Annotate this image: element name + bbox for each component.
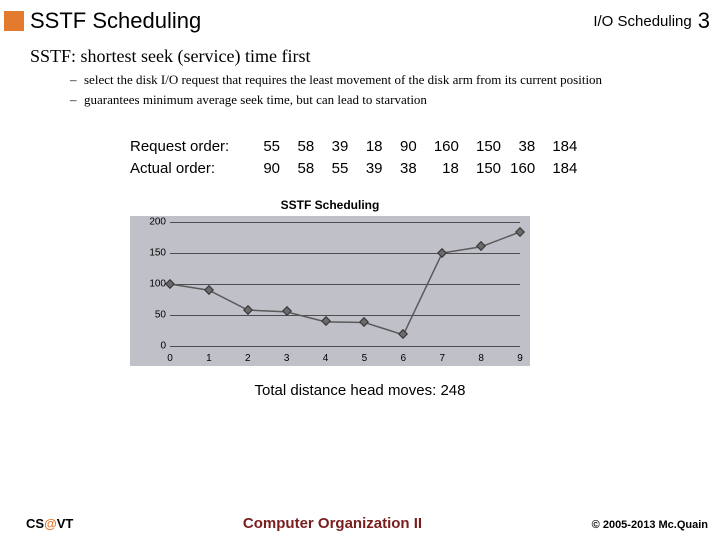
val: 90 (250, 158, 280, 180)
bullet-text: select the disk I/O request that require… (84, 71, 708, 89)
slide-topic: I/O Scheduling (593, 13, 691, 30)
page-number: 3 (698, 8, 710, 34)
course-name: Computer Organization II (73, 515, 591, 532)
bullet-list: – select the disk I/O request that requi… (0, 69, 720, 112)
request-order-label: Request order: (130, 136, 250, 158)
val: 58 (284, 136, 314, 158)
subtitle: SSTF: shortest seek (service) time first (0, 42, 720, 69)
val: 38 (505, 136, 535, 158)
bullet-text: guarantees minimum average seek time, bu… (84, 91, 708, 109)
val: 160 (421, 136, 459, 158)
series-line (170, 222, 520, 346)
val: 18 (353, 136, 383, 158)
org-cs: CS (26, 516, 44, 531)
list-item: – guarantees minimum average seek time, … (70, 91, 708, 109)
val: 90 (387, 136, 417, 158)
org-vt: VT (57, 516, 74, 531)
order-block: Request order: 55 58 39 18 90 160 150 38… (0, 112, 720, 190)
line-chart: 0 50 100 150 200 0 1 2 3 4 5 6 7 8 9 (130, 216, 530, 366)
val: 160 (505, 158, 535, 180)
val: 39 (353, 158, 383, 180)
slide-title: SSTF Scheduling (30, 8, 593, 34)
copyright: © 2005-2013 Mc.Quain (592, 519, 708, 531)
at-icon: @ (44, 516, 57, 531)
brand-square-icon (4, 11, 24, 31)
val: 150 (463, 136, 501, 158)
x-tick-label: 9 (510, 353, 530, 364)
val: 150 (463, 158, 501, 180)
val: 58 (284, 158, 314, 180)
x-tick-label: 2 (238, 353, 258, 364)
actual-order-values: 90 58 55 39 38 18 150 160 184 (250, 158, 577, 180)
chart-title: SSTF Scheduling (130, 198, 530, 212)
y-tick-label: 100 (130, 278, 166, 289)
x-tick-label: 7 (432, 353, 452, 364)
chart-container: SSTF Scheduling 0 50 100 150 200 0 1 2 3 4 5 6 7 8 9 (0, 190, 720, 372)
total-distance: Total distance head moves: 248 (0, 372, 720, 399)
dash-icon: – (70, 91, 84, 109)
org-logo-text: CS@VT (26, 516, 73, 531)
list-item: – select the disk I/O request that requi… (70, 71, 708, 89)
x-tick-label: 6 (393, 353, 413, 364)
val: 184 (539, 158, 577, 180)
x-tick-label: 4 (316, 353, 336, 364)
y-tick-label: 0 (130, 340, 166, 351)
val: 38 (387, 158, 417, 180)
val: 18 (421, 158, 459, 180)
val: 39 (318, 136, 348, 158)
val: 55 (250, 136, 280, 158)
gridline (170, 346, 520, 347)
y-tick-label: 200 (130, 216, 166, 227)
val: 55 (318, 158, 348, 180)
y-tick-label: 50 (130, 309, 166, 320)
y-tick-label: 150 (130, 247, 166, 258)
actual-order-label: Actual order: (130, 158, 250, 180)
x-tick-label: 8 (471, 353, 491, 364)
x-tick-label: 0 (160, 353, 180, 364)
x-tick-label: 5 (354, 353, 374, 364)
val: 184 (539, 136, 577, 158)
request-order-values: 55 58 39 18 90 160 150 38 184 (250, 136, 577, 158)
dash-icon: – (70, 71, 84, 89)
footer: CS@VT Computer Organization II © 2005-20… (0, 515, 720, 532)
x-tick-label: 3 (277, 353, 297, 364)
x-tick-label: 1 (199, 353, 219, 364)
